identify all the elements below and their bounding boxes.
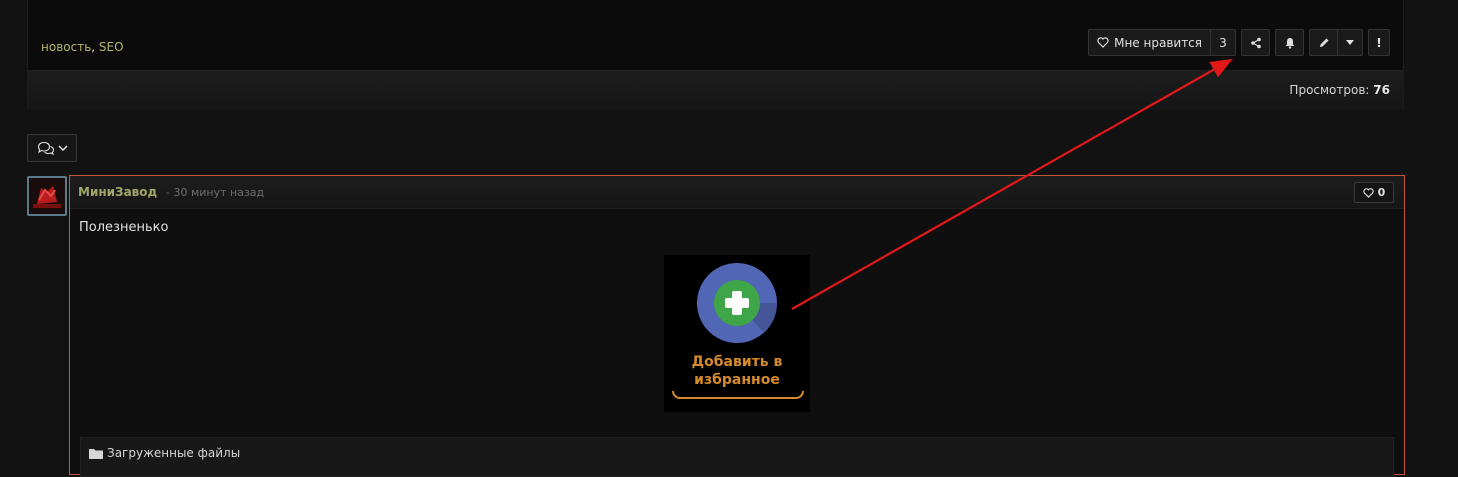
- attachments-title: Загруженные файлы: [89, 446, 240, 460]
- share-icon: [1250, 37, 1261, 48]
- pencil-icon: [1319, 38, 1328, 47]
- chevron-down-icon: [57, 145, 68, 151]
- attachments-label: Загруженные файлы: [107, 446, 241, 460]
- attachments-block: Загруженные файлы: [80, 437, 1394, 477]
- edit-menu-button[interactable]: [1338, 29, 1363, 56]
- add-favorite-line1: Добавить в: [691, 354, 783, 370]
- comment-like-count: 0: [1377, 186, 1386, 199]
- add-favorite-label: Добавить в избранное: [664, 353, 810, 389]
- add-favorite-icon: [697, 263, 778, 343]
- comment-time[interactable]: - 30 минут назад: [166, 186, 264, 199]
- post-footer: Просмотров: 76: [28, 70, 1403, 110]
- post-actions: Мне нравится 3 !: [1088, 29, 1390, 56]
- tag-seo[interactable]: SEO: [99, 40, 124, 54]
- like-label: Мне нравится: [1114, 35, 1202, 50]
- avatar-image: [29, 178, 65, 214]
- tag-separator: ,: [91, 40, 96, 54]
- comments-icon: [37, 141, 54, 155]
- comment-text: Полезненько: [79, 220, 169, 235]
- views-label: Просмотров:: [1289, 83, 1370, 97]
- like-button[interactable]: Мне нравится: [1088, 29, 1210, 56]
- post-tags: новость, SEO: [41, 40, 124, 54]
- add-favorite-underline: [672, 391, 804, 399]
- edit-group: [1309, 29, 1363, 56]
- comment-like-button[interactable]: 0: [1354, 182, 1394, 203]
- comment-author[interactable]: МиниЗавод: [78, 185, 157, 199]
- follow-button[interactable]: [1275, 29, 1304, 56]
- share-button[interactable]: [1241, 29, 1270, 56]
- views-count: 76: [1373, 83, 1390, 97]
- views-counter: Просмотров: 76: [1289, 83, 1390, 97]
- heart-icon: [1363, 187, 1374, 198]
- add-favorite-line2: избранное: [694, 372, 780, 388]
- bell-icon: [1285, 37, 1294, 49]
- like-count[interactable]: 3: [1210, 29, 1236, 56]
- tag-news[interactable]: новость: [41, 40, 91, 54]
- add-favorite-image[interactable]: Добавить в избранное: [664, 255, 810, 412]
- edit-button[interactable]: [1309, 29, 1338, 56]
- avatar[interactable]: [27, 176, 67, 216]
- comments-dropdown-button[interactable]: [27, 134, 77, 162]
- heart-icon: [1097, 37, 1109, 48]
- caret-down-icon: [1346, 40, 1354, 45]
- comment-header: МиниЗавод - 30 минут назад 0: [70, 176, 1404, 209]
- comment: МиниЗавод - 30 минут назад 0 Полезненько…: [69, 175, 1405, 477]
- like-group: Мне нравится 3: [1088, 29, 1236, 56]
- post-container: новость, SEO Мне нравится 3 ! Просмотров…: [27, 0, 1404, 110]
- report-button[interactable]: !: [1368, 29, 1390, 56]
